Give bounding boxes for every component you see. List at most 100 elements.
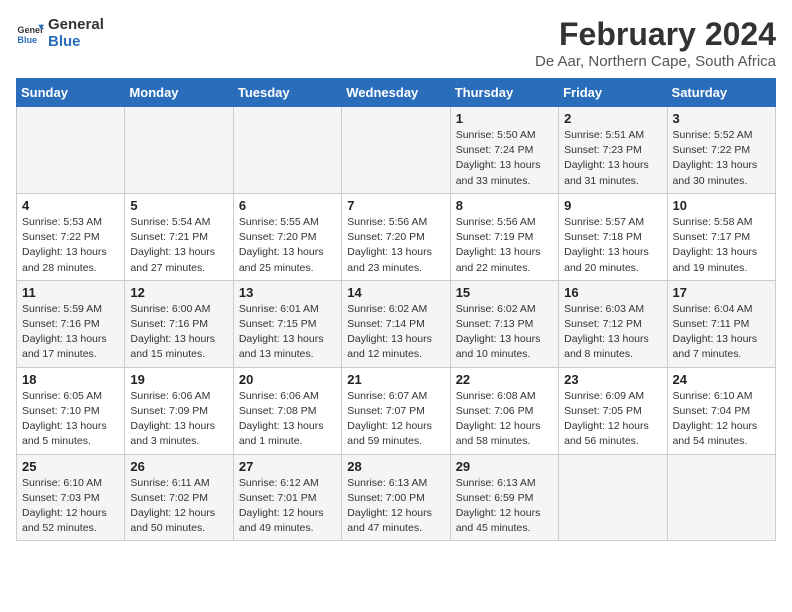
day-info: Sunrise: 5:55 AM Sunset: 7:20 PM Dayligh… xyxy=(239,215,336,276)
day-info: Sunrise: 5:53 AM Sunset: 7:22 PM Dayligh… xyxy=(22,215,119,276)
day-number: 22 xyxy=(456,372,553,387)
day-number: 27 xyxy=(239,459,336,474)
day-number: 9 xyxy=(564,198,661,213)
calendar-cell: 12Sunrise: 6:00 AM Sunset: 7:16 PM Dayli… xyxy=(125,280,233,367)
day-number: 1 xyxy=(456,111,553,126)
day-info: Sunrise: 5:58 AM Sunset: 7:17 PM Dayligh… xyxy=(673,215,770,276)
day-info: Sunrise: 6:08 AM Sunset: 7:06 PM Dayligh… xyxy=(456,389,553,450)
calendar-cell: 15Sunrise: 6:02 AM Sunset: 7:13 PM Dayli… xyxy=(450,280,558,367)
day-number: 25 xyxy=(22,459,119,474)
calendar-cell: 9Sunrise: 5:57 AM Sunset: 7:18 PM Daylig… xyxy=(559,193,667,280)
calendar-cell: 3Sunrise: 5:52 AM Sunset: 7:22 PM Daylig… xyxy=(667,107,775,194)
day-info: Sunrise: 6:03 AM Sunset: 7:12 PM Dayligh… xyxy=(564,302,661,363)
day-number: 5 xyxy=(130,198,227,213)
logo-line2: Blue xyxy=(48,33,104,50)
day-number: 3 xyxy=(673,111,770,126)
day-number: 20 xyxy=(239,372,336,387)
calendar-cell: 21 Sunrise: 6:07 AM Sunset: 7:07 PM Dayli… xyxy=(342,367,450,454)
day-number: 24 xyxy=(673,372,770,387)
calendar-week-row: 18 Sunrise: 6:05 AM Sunset: 7:10 PM Dayli… xyxy=(17,367,776,454)
day-info: Sunrise: 6:04 AM Sunset: 7:11 PM Dayligh… xyxy=(673,302,770,363)
day-info: Sunrise: 6:13 AM Sunset: 7:00 PM Dayligh… xyxy=(347,476,444,537)
calendar-cell: 22 Sunrise: 6:08 AM Sunset: 7:06 PM Dayli… xyxy=(450,367,558,454)
header-cell: Tuesday xyxy=(233,79,341,107)
calendar-cell: 25 Sunrise: 6:10 AM Sunset: 7:03 PM Dayli… xyxy=(17,454,125,541)
day-info: Sunrise: 6:05 AM Sunset: 7:10 PM Dayligh… xyxy=(22,389,119,450)
day-info: Sunrise: 5:59 AM Sunset: 7:16 PM Dayligh… xyxy=(22,302,119,363)
day-number: 28 xyxy=(347,459,444,474)
day-number: 18 xyxy=(22,372,119,387)
day-info: Sunrise: 5:50 AM Sunset: 7:24 PM Dayligh… xyxy=(456,128,553,189)
day-number: 29 xyxy=(456,459,553,474)
calendar-cell: 19Sunrise: 6:06 AM Sunset: 7:09 PM Dayli… xyxy=(125,367,233,454)
day-info: Sunrise: 6:10 AM Sunset: 7:04 PM Dayligh… xyxy=(673,389,770,450)
day-info: Sunrise: 6:13 AM Sunset: 6:59 PM Dayligh… xyxy=(456,476,553,537)
calendar-cell: 26Sunrise: 6:11 AM Sunset: 7:02 PM Dayli… xyxy=(125,454,233,541)
calendar-cell: 29 Sunrise: 6:13 AM Sunset: 6:59 PM Dayli… xyxy=(450,454,558,541)
calendar-cell xyxy=(125,107,233,194)
subtitle: De Aar, Northern Cape, South Africa xyxy=(535,53,776,70)
svg-text:Blue: Blue xyxy=(17,35,37,45)
calendar-cell xyxy=(342,107,450,194)
day-info: Sunrise: 6:02 AM Sunset: 7:14 PM Dayligh… xyxy=(347,302,444,363)
calendar-cell: 18 Sunrise: 6:05 AM Sunset: 7:10 PM Dayli… xyxy=(17,367,125,454)
day-info: Sunrise: 6:07 AM Sunset: 7:07 PM Dayligh… xyxy=(347,389,444,450)
day-number: 23 xyxy=(564,372,661,387)
day-info: Sunrise: 5:51 AM Sunset: 7:23 PM Dayligh… xyxy=(564,128,661,189)
calendar-cell: 27Sunrise: 6:12 AM Sunset: 7:01 PM Dayli… xyxy=(233,454,341,541)
calendar-week-row: 11 Sunrise: 5:59 AM Sunset: 7:16 PM Dayli… xyxy=(17,280,776,367)
calendar-cell: 6 Sunrise: 5:55 AM Sunset: 7:20 PM Daylig… xyxy=(233,193,341,280)
calendar-cell: 24 Sunrise: 6:10 AM Sunset: 7:04 PM Dayli… xyxy=(667,367,775,454)
calendar-body: 1 Sunrise: 5:50 AM Sunset: 7:24 PM Daylig… xyxy=(17,107,776,541)
day-info: Sunrise: 6:06 AM Sunset: 7:08 PM Dayligh… xyxy=(239,389,336,450)
calendar-cell: 28 Sunrise: 6:13 AM Sunset: 7:00 PM Dayli… xyxy=(342,454,450,541)
day-number: 11 xyxy=(22,285,119,300)
main-title: February 2024 xyxy=(535,16,776,53)
calendar-cell xyxy=(233,107,341,194)
calendar-cell: 13Sunrise: 6:01 AM Sunset: 7:15 PM Dayli… xyxy=(233,280,341,367)
day-number: 21 xyxy=(347,372,444,387)
header-cell: Saturday xyxy=(667,79,775,107)
day-number: 7 xyxy=(347,198,444,213)
calendar-cell xyxy=(559,454,667,541)
calendar-week-row: 4 Sunrise: 5:53 AM Sunset: 7:22 PM Daylig… xyxy=(17,193,776,280)
calendar-cell: 7 Sunrise: 5:56 AM Sunset: 7:20 PM Daylig… xyxy=(342,193,450,280)
calendar-week-row: 25 Sunrise: 6:10 AM Sunset: 7:03 PM Dayli… xyxy=(17,454,776,541)
calendar-cell: 11 Sunrise: 5:59 AM Sunset: 7:16 PM Dayli… xyxy=(17,280,125,367)
day-info: Sunrise: 5:56 AM Sunset: 7:19 PM Dayligh… xyxy=(456,215,553,276)
day-number: 16 xyxy=(564,285,661,300)
calendar-cell xyxy=(17,107,125,194)
day-number: 14 xyxy=(347,285,444,300)
day-number: 4 xyxy=(22,198,119,213)
day-number: 15 xyxy=(456,285,553,300)
day-info: Sunrise: 5:54 AM Sunset: 7:21 PM Dayligh… xyxy=(130,215,227,276)
calendar-cell xyxy=(667,454,775,541)
header-cell: Friday xyxy=(559,79,667,107)
header-cell: Sunday xyxy=(17,79,125,107)
day-info: Sunrise: 5:56 AM Sunset: 7:20 PM Dayligh… xyxy=(347,215,444,276)
day-info: Sunrise: 6:09 AM Sunset: 7:05 PM Dayligh… xyxy=(564,389,661,450)
day-info: Sunrise: 6:00 AM Sunset: 7:16 PM Dayligh… xyxy=(130,302,227,363)
day-number: 10 xyxy=(673,198,770,213)
calendar-cell: 17 Sunrise: 6:04 AM Sunset: 7:11 PM Dayli… xyxy=(667,280,775,367)
day-number: 8 xyxy=(456,198,553,213)
day-number: 13 xyxy=(239,285,336,300)
header-cell: Monday xyxy=(125,79,233,107)
title-area: February 2024 De Aar, Northern Cape, Sou… xyxy=(535,16,776,70)
calendar-cell: 20 Sunrise: 6:06 AM Sunset: 7:08 PM Dayli… xyxy=(233,367,341,454)
calendar-cell: 5 Sunrise: 5:54 AM Sunset: 7:21 PM Daylig… xyxy=(125,193,233,280)
calendar-cell: 2Sunrise: 5:51 AM Sunset: 7:23 PM Daylig… xyxy=(559,107,667,194)
header-cell: Wednesday xyxy=(342,79,450,107)
calendar-cell: 14 Sunrise: 6:02 AM Sunset: 7:14 PM Dayli… xyxy=(342,280,450,367)
day-info: Sunrise: 6:10 AM Sunset: 7:03 PM Dayligh… xyxy=(22,476,119,537)
day-number: 26 xyxy=(130,459,227,474)
day-number: 17 xyxy=(673,285,770,300)
calendar-cell: 16 Sunrise: 6:03 AM Sunset: 7:12 PM Dayli… xyxy=(559,280,667,367)
calendar-table: SundayMondayTuesdayWednesdayThursdayFrid… xyxy=(16,78,776,541)
calendar-cell: 1 Sunrise: 5:50 AM Sunset: 7:24 PM Daylig… xyxy=(450,107,558,194)
day-number: 6 xyxy=(239,198,336,213)
calendar-cell: 4 Sunrise: 5:53 AM Sunset: 7:22 PM Daylig… xyxy=(17,193,125,280)
calendar-cell: 8 Sunrise: 5:56 AM Sunset: 7:19 PM Daylig… xyxy=(450,193,558,280)
logo: General Blue General Blue xyxy=(16,16,104,50)
logo-line1: General xyxy=(48,16,104,33)
